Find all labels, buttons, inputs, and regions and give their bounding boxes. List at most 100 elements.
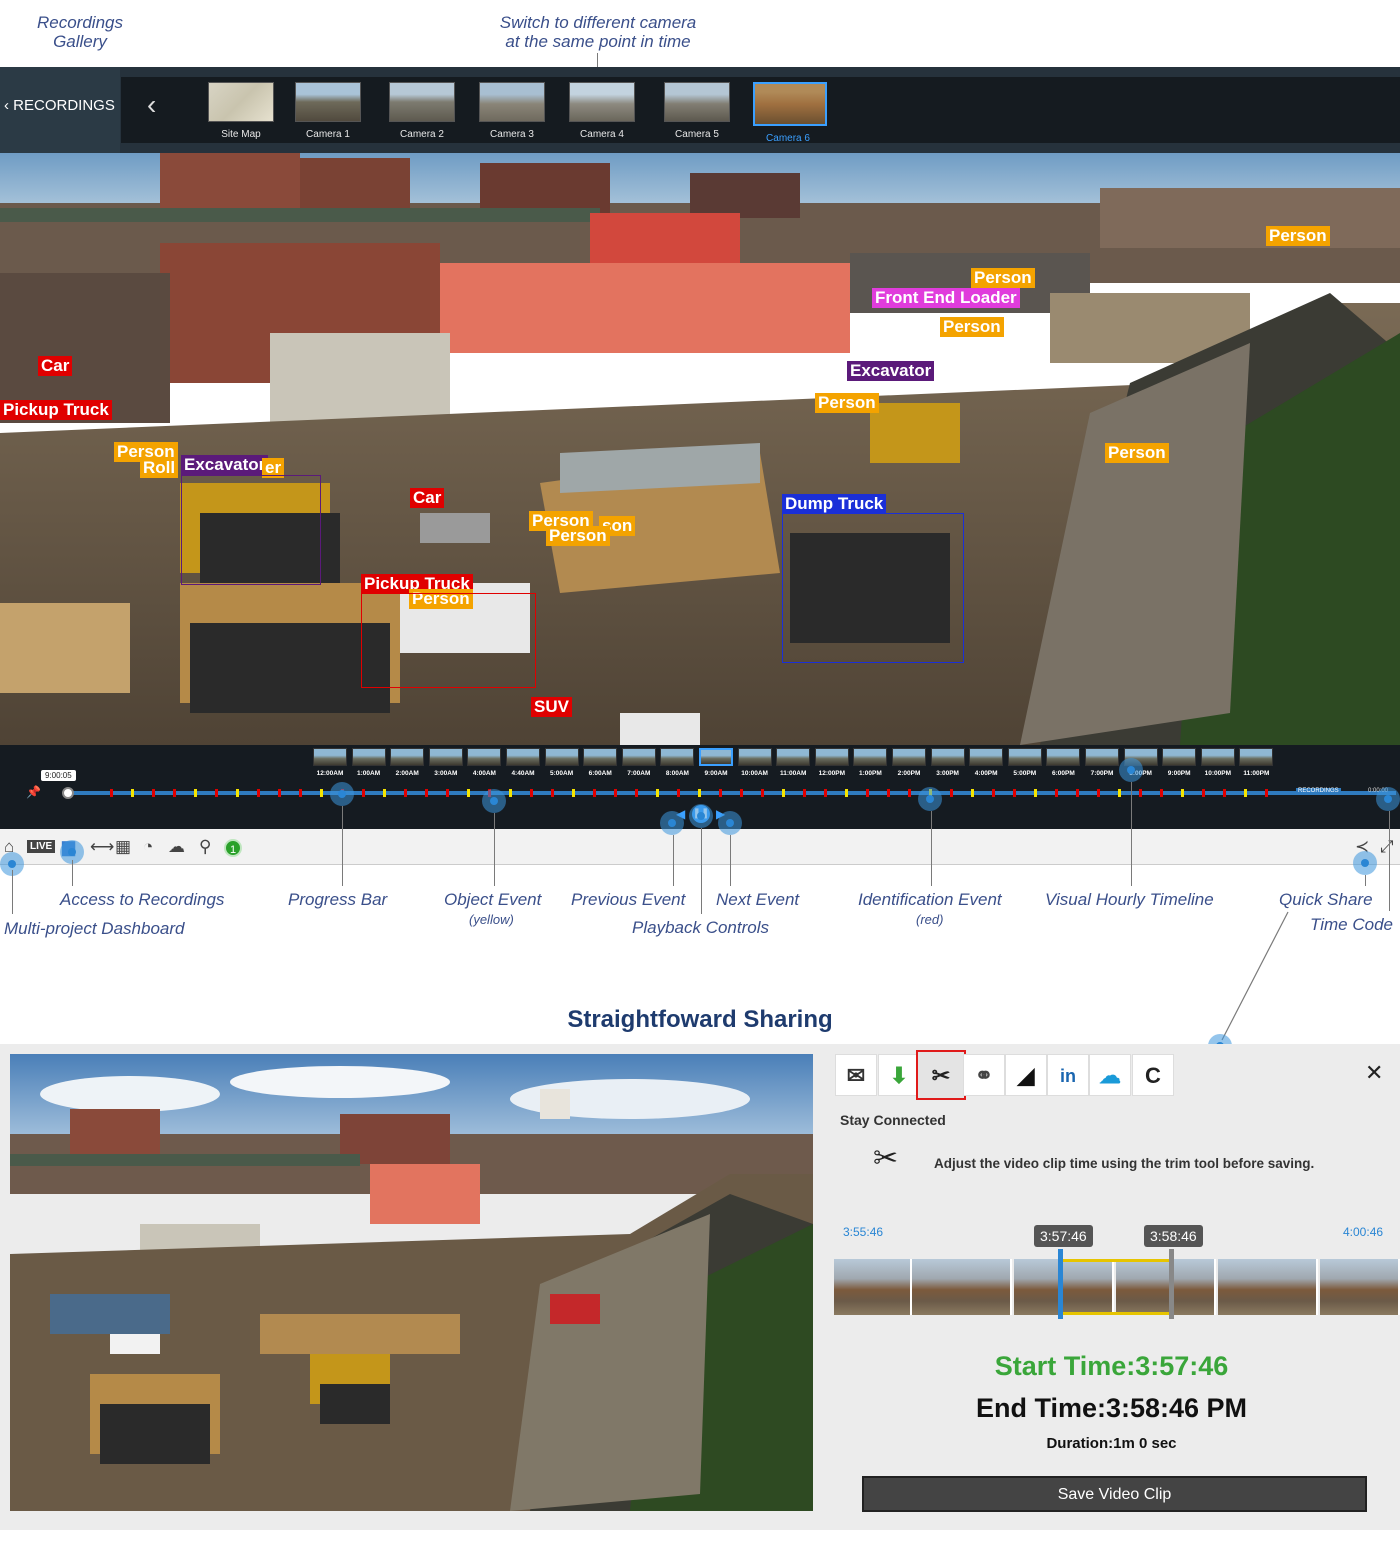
hour-thumbnail[interactable] [853,748,888,766]
close-icon[interactable]: ✕ [1365,1060,1383,1086]
object-event-marker[interactable] [509,789,512,797]
progress-handle[interactable] [62,787,74,799]
hour-thumbnail[interactable] [621,748,656,766]
identification-event-marker[interactable] [551,789,554,797]
identification-event-marker[interactable] [173,789,176,797]
identification-event-marker[interactable] [992,789,995,797]
identification-event-marker[interactable] [1265,789,1268,797]
object-event-marker[interactable] [1244,789,1247,797]
clip-frame-strip[interactable] [834,1249,1400,1319]
object-event-marker[interactable] [971,789,974,797]
identification-event-marker[interactable] [362,789,365,797]
detection-label[interactable]: Person [815,393,879,413]
download-icon[interactable]: ⬇ [878,1054,920,1096]
identification-event-marker[interactable] [1223,789,1226,797]
identification-event-marker[interactable] [1055,789,1058,797]
identification-event-marker[interactable] [110,789,113,797]
hour-thumbnail[interactable] [583,748,618,766]
pin-icon[interactable]: 📌 [26,785,41,799]
object-event-marker[interactable] [572,789,575,797]
hour-thumbnail[interactable] [814,748,849,766]
object-event-marker[interactable] [782,789,785,797]
camera-tab-4[interactable]: Camera 4 [567,82,637,140]
identification-event-marker[interactable] [257,789,260,797]
identification-event-marker[interactable] [1160,789,1163,797]
identification-event-marker[interactable] [1202,789,1205,797]
detection-label[interactable]: SUV [531,697,572,717]
hour-thumbnail[interactable] [544,748,579,766]
camera-tab-3[interactable]: Camera 3 [477,82,547,140]
hour-thumbnail[interactable] [1007,748,1042,766]
identification-event-marker[interactable] [950,789,953,797]
hour-thumbnail[interactable] [313,748,347,766]
hour-thumbnail[interactable] [1046,748,1081,766]
hour-thumbnail[interactable] [1200,748,1235,766]
object-event-marker[interactable] [1181,789,1184,797]
hour-thumbnail[interactable] [892,748,926,766]
trim-end-handle[interactable] [1169,1249,1174,1319]
hour-thumbnail[interactable] [699,748,733,766]
hour-thumbnail[interactable] [969,748,1004,766]
identification-event-marker[interactable] [761,789,764,797]
identification-event-marker[interactable] [677,789,680,797]
hour-thumbnail[interactable] [1085,748,1119,766]
identification-event-marker[interactable] [446,789,449,797]
identification-event-marker[interactable] [425,789,428,797]
detection-label[interactable]: Excavator [847,361,935,381]
hour-thumbnail[interactable] [351,748,386,766]
integration-c-icon[interactable]: C [1132,1054,1174,1096]
detection-label[interactable]: Person [971,268,1035,288]
identification-event-marker[interactable] [299,789,302,797]
object-event-marker[interactable] [698,789,701,797]
email-share-icon[interactable]: ✉ [835,1054,877,1096]
procore-icon[interactable]: ◢ [1005,1054,1047,1096]
object-event-marker[interactable] [1034,789,1037,797]
progress-bar[interactable] [66,791,1396,795]
notification-badge[interactable]: 1 [224,839,242,857]
hour-thumbnail[interactable] [467,748,502,766]
camera-tab-site-map[interactable]: Site Map [206,82,276,140]
detection-label[interactable]: Person [1105,443,1169,463]
hour-thumbnail[interactable] [428,748,463,766]
identification-event-marker[interactable] [719,789,722,797]
measure-icon[interactable]: ⟷ [90,837,114,857]
film-strip-icon[interactable]: ▦ [115,837,131,857]
object-event-marker[interactable] [467,789,470,797]
fullscreen-icon[interactable]: ⤢ [1380,837,1394,857]
location-pin-icon[interactable]: ⚲ [199,837,211,857]
detection-label[interactable]: Car [38,356,73,376]
camera-tab-5[interactable]: Camera 5 [662,82,732,140]
hour-thumbnail[interactable] [1162,748,1197,766]
detection-label[interactable]: Car [410,488,445,508]
camera-tab-2[interactable]: Camera 2 [387,82,457,140]
identification-event-marker[interactable] [215,789,218,797]
detection-label[interactable]: Person [940,317,1004,337]
hour-thumbnail[interactable] [1239,748,1274,766]
hour-thumbnail[interactable] [390,748,425,766]
identification-event-marker[interactable] [887,789,890,797]
identification-event-marker[interactable] [152,789,155,797]
weather-icon[interactable]: ☁ [168,837,185,857]
hour-thumbnail[interactable] [930,748,965,766]
identification-event-marker[interactable] [593,789,596,797]
hour-thumbnail[interactable] [660,748,695,766]
link-icon[interactable]: ⚭ [963,1054,1005,1096]
object-event-marker[interactable] [845,789,848,797]
identification-event-marker[interactable] [740,789,743,797]
camera-tab-6[interactable]: Camera 6 [753,82,827,144]
object-event-marker[interactable] [656,789,659,797]
identification-event-marker[interactable] [803,789,806,797]
save-video-clip-button[interactable]: Save Video Clip [862,1476,1367,1512]
identification-event-marker[interactable] [635,789,638,797]
identification-event-marker[interactable] [278,789,281,797]
strip-prev-chevron-icon[interactable]: ‹ [147,89,156,121]
detection-label[interactable]: Roll [140,458,179,478]
detection-label[interactable]: Excavator [181,455,269,475]
speedometer-icon[interactable]: ◔ [143,837,153,857]
detection-label[interactable]: Front End Loader [872,288,1020,308]
identification-event-marker[interactable] [824,789,827,797]
recordings-back-button[interactable]: ‹ RECORDINGS [0,67,120,153]
detection-label[interactable]: Dump Truck [782,494,887,514]
detection-label[interactable]: Person [546,526,610,546]
linkedin-icon[interactable]: in [1047,1054,1089,1096]
